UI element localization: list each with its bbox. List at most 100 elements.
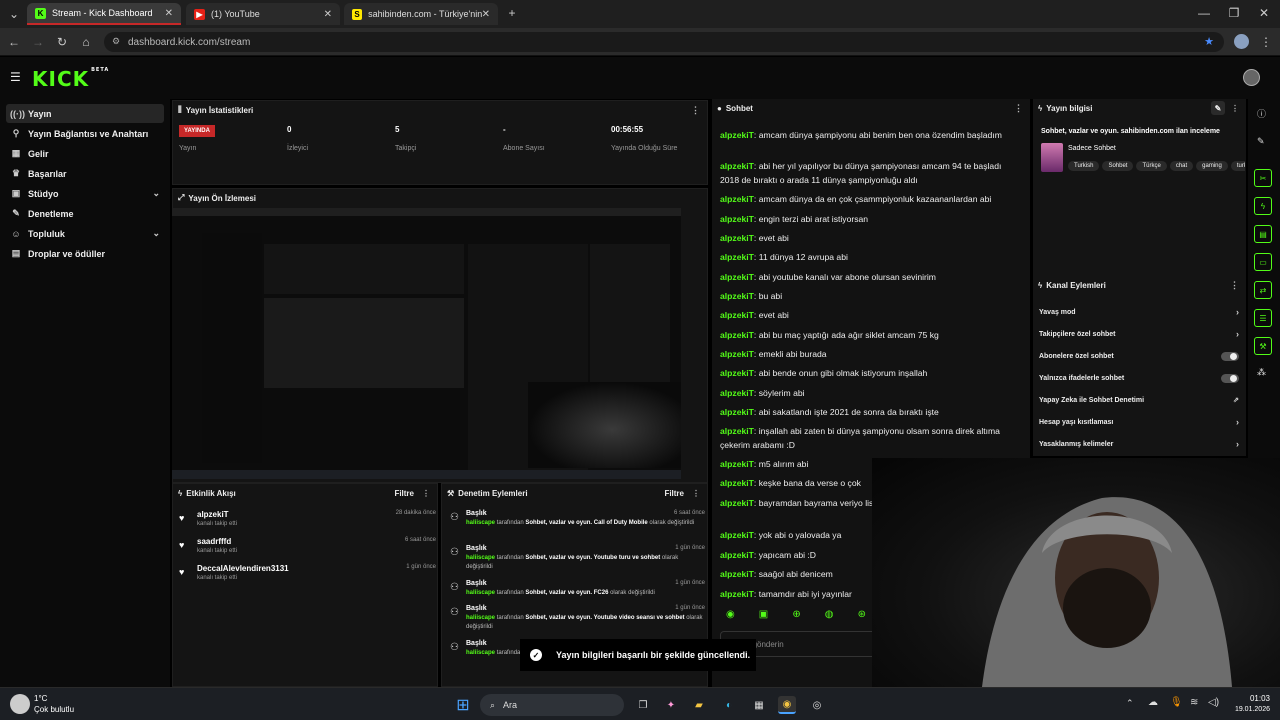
chat-username[interactable]: alpzekiT	[720, 130, 754, 140]
file-explorer-icon[interactable]: ▰	[690, 696, 708, 714]
sidebar-item-yayin[interactable]: ((·)) Yayın	[6, 104, 164, 123]
more-options-icon[interactable]: ⋮	[1230, 280, 1239, 291]
moderator-name[interactable]: haliiscape	[466, 650, 495, 656]
chat-username[interactable]: alpzekiT	[720, 161, 754, 171]
site-info-icon[interactable]: ⚙	[112, 36, 120, 47]
chrome-icon[interactable]: ◉	[778, 696, 796, 714]
chat-username[interactable]: alpzekiT	[720, 589, 754, 599]
emote-icon[interactable]: ◉	[726, 609, 735, 620]
sidebar-item-basarilar[interactable]: ♛ Başarılar	[6, 164, 164, 183]
edge-icon[interactable]: ◐	[720, 696, 738, 714]
tab-youtube[interactable]: ▶ (1) YouTube ✕	[186, 3, 340, 25]
close-icon[interactable]: ✕	[165, 8, 173, 19]
cloud-icon[interactable]: ☁	[1148, 697, 1158, 708]
bookmark-star-icon[interactable]: ★	[1204, 35, 1214, 48]
moderator-name[interactable]: haliiscape	[466, 520, 495, 526]
chat-username[interactable]: alpzekiT	[720, 252, 754, 262]
channel-action-row[interactable]: Yasaklanmış kelimeler ›	[1039, 433, 1239, 455]
chat-username[interactable]: alpzekiT	[720, 272, 754, 282]
tab-sahibinden[interactable]: S sahibinden.com - Türkiye'nin O ✕	[344, 3, 498, 25]
tab-kick-dashboard[interactable]: K Stream - Kick Dashboard ✕	[27, 3, 181, 25]
copilot-icon[interactable]: ✦	[662, 696, 680, 714]
chat-username[interactable]: alpzekiT	[720, 407, 754, 417]
chevron-up-icon[interactable]: ⌃	[1126, 698, 1134, 709]
stream-preview-video[interactable]	[172, 208, 681, 479]
weather-icon[interactable]	[10, 694, 30, 714]
external-link-icon[interactable]: ⇗	[1233, 396, 1239, 404]
emote-icon[interactable]: ◍	[825, 609, 834, 620]
more-options-icon[interactable]: ⋮	[422, 489, 430, 498]
wifi-icon[interactable]: ≋	[1190, 697, 1198, 708]
chat-username[interactable]: alpzekiT	[720, 310, 754, 320]
more-options-icon[interactable]: ⋮	[691, 105, 700, 116]
clock-time[interactable]: 01:03	[1228, 694, 1270, 703]
toggle-switch[interactable]	[1221, 351, 1239, 361]
window-close-icon[interactable]: ✕	[1256, 5, 1272, 21]
obs-icon[interactable]: ◎	[808, 696, 826, 714]
tools-icon[interactable]: ⚒	[1254, 337, 1272, 355]
reload-icon[interactable]: ↻	[54, 34, 70, 50]
chat-username[interactable]: alpzekiT	[720, 368, 754, 378]
channel-action-row[interactable]: Yapay Zeka ile Sohbet Denetimi ⇗	[1039, 389, 1239, 411]
chat-username[interactable]: alpzekiT	[720, 498, 754, 508]
document-icon[interactable]: ▤	[1254, 225, 1272, 243]
chat-username[interactable]: alpzekiT	[720, 349, 754, 359]
channel-action-row[interactable]: Takipçilere özel sohbet ›	[1039, 323, 1239, 345]
sidebar-item-topluluk[interactable]: ☺ Topluluk ⌄	[6, 224, 164, 243]
sidebar-item-stream-key[interactable]: ⚲ Yayın Bağlantısı ve Anahtarı	[6, 124, 164, 143]
chat-username[interactable]: alpzekiT	[720, 233, 754, 243]
sidebar-item-gelir[interactable]: ▦ Gelir	[6, 144, 164, 163]
moderator-name[interactable]: haliiscape	[466, 555, 495, 561]
url-input[interactable]: ⚙ dashboard.kick.com/stream ★	[104, 32, 1224, 52]
clip-icon[interactable]: ✂	[1254, 169, 1272, 187]
volume-icon[interactable]: ◁)	[1208, 697, 1219, 708]
task-view-icon[interactable]: ❐	[634, 696, 652, 714]
flash-icon[interactable]: ϟ	[1254, 197, 1272, 215]
channel-action-row[interactable]: Hesap yaşı kısıtlaması ›	[1039, 411, 1239, 433]
filter-button[interactable]: Filtre	[394, 489, 414, 498]
microphone-icon[interactable]: 🎙	[1170, 697, 1183, 708]
windows-start-icon[interactable]: ⊞	[454, 696, 472, 714]
toggle-switch[interactable]	[1221, 373, 1239, 383]
forward-icon[interactable]: →	[30, 34, 46, 50]
chat-username[interactable]: alpzekiT	[720, 550, 754, 560]
filter-button[interactable]: Filtre	[664, 489, 684, 498]
weather-temp[interactable]: 1°C	[34, 694, 47, 703]
hamburger-menu-icon[interactable]: ☰	[10, 70, 21, 84]
community-icon[interactable]: ⁂	[1257, 367, 1266, 378]
activity-user[interactable]: saadrfffd	[197, 537, 436, 546]
weather-desc[interactable]: Çok bulutlu	[34, 705, 74, 714]
clock-date[interactable]: 19.01.2026	[1222, 706, 1270, 713]
tab-list-icon[interactable]: ⌄	[6, 6, 22, 22]
emote-icon[interactable]: ⊕	[792, 609, 800, 620]
chevron-right-icon[interactable]: ›	[1236, 417, 1239, 427]
sidebar-item-droplar[interactable]: ▤ Droplar ve ödüller	[6, 244, 164, 263]
emote-icon[interactable]: ⊛	[858, 609, 866, 620]
chevron-right-icon[interactable]: ›	[1236, 307, 1239, 317]
close-icon[interactable]: ✕	[482, 9, 490, 20]
browser-menu-icon[interactable]: ⋮	[1258, 34, 1274, 50]
sidebar-item-studyo[interactable]: ▣ Stüdyo ⌄	[6, 184, 164, 203]
more-options-icon[interactable]: ⋮	[692, 489, 700, 498]
kick-logo[interactable]: KICK BETA	[32, 67, 109, 91]
channel-action-row[interactable]: Yavaş mod ›	[1039, 301, 1239, 323]
emote-icon[interactable]: ▣	[759, 609, 768, 620]
maximize-icon[interactable]: ❐	[1226, 5, 1242, 21]
pencil-icon[interactable]: ✎	[1257, 136, 1265, 147]
chat-username[interactable]: alpzekiT	[720, 530, 754, 540]
new-tab-icon[interactable]: +	[504, 5, 520, 21]
profile-avatar[interactable]	[1234, 34, 1249, 49]
list-icon[interactable]: ☰	[1254, 309, 1272, 327]
chat-username[interactable]: alpzekiT	[720, 214, 754, 224]
chat-username[interactable]: alpzekiT	[720, 194, 754, 204]
chevron-right-icon[interactable]: ›	[1236, 329, 1239, 339]
chat-username[interactable]: alpzekiT	[720, 388, 754, 398]
more-options-icon[interactable]: ⋮	[1014, 103, 1023, 114]
channel-action-row[interactable]: Abonelere özel sohbet	[1039, 345, 1239, 367]
chat-username[interactable]: alpzekiT	[720, 291, 754, 301]
edit-pencil-icon[interactable]: ✎	[1211, 101, 1225, 115]
more-options-icon[interactable]: ⋮	[1231, 104, 1239, 113]
chat-username[interactable]: alpzekiT	[720, 569, 754, 579]
moderator-name[interactable]: haliiscape	[466, 590, 495, 596]
back-icon[interactable]: ←	[6, 34, 22, 50]
